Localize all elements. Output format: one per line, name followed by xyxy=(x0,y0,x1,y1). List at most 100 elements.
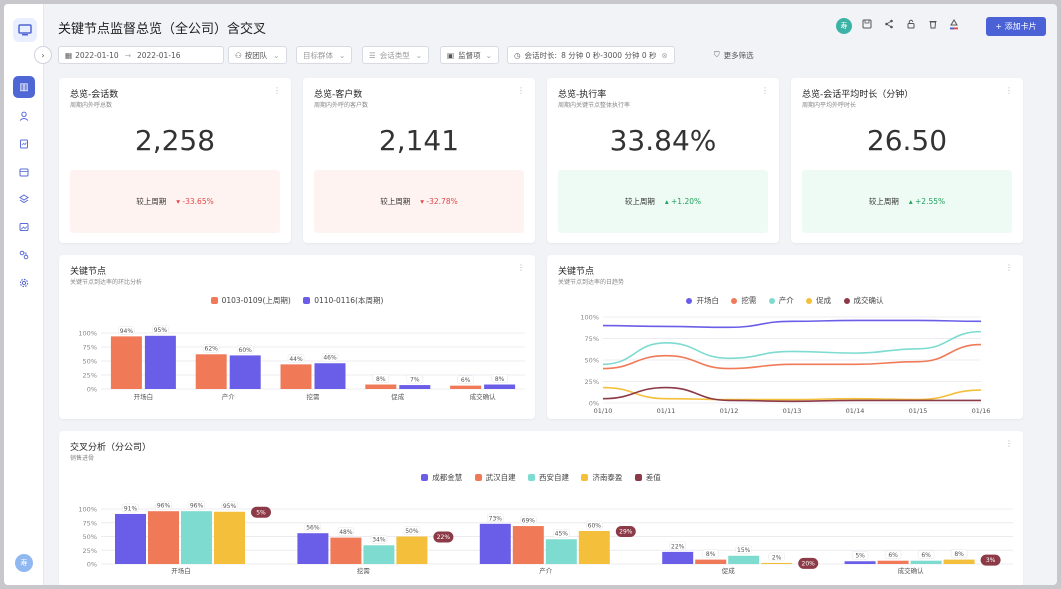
kpi-delta-value: -32.78% xyxy=(426,197,458,206)
data-label: 6% xyxy=(461,377,471,384)
series-line xyxy=(602,319,982,329)
kpi-title: 总览-执行率 xyxy=(558,90,607,100)
data-label: 96% xyxy=(157,503,171,510)
bar xyxy=(115,513,146,564)
flow-icon[interactable] xyxy=(13,244,35,266)
kpi-value: 26.50 xyxy=(866,124,948,157)
list-icon: ☰ xyxy=(369,50,376,60)
kpi-subtitle: 周期内关键节点整体执行率 xyxy=(558,102,631,109)
x-tick-label: 开场白 xyxy=(134,392,154,401)
share-icon[interactable] xyxy=(884,19,894,32)
layers-icon[interactable] xyxy=(13,188,35,210)
kpi-compare-label: 较上周期 xyxy=(136,197,167,206)
x-tick-label: 01/11 xyxy=(657,407,676,415)
data-label: 44% xyxy=(289,356,303,363)
app-window: ▥ 寿 关键节点监督总览（全公司）含交叉 ▼ 寿 + 添加卡片 › ▦ 2022… xyxy=(4,4,1057,585)
x-tick-label: 成交确认 xyxy=(470,392,497,401)
x-tick-label: 促成 xyxy=(722,566,736,575)
diff-label: 3% xyxy=(986,557,996,564)
header: 关键节点监督总览（全公司）含交叉 ▼ 寿 + 添加卡片 xyxy=(44,4,1057,48)
data-label: 34% xyxy=(372,537,386,544)
bar xyxy=(396,536,428,564)
settings-gear-icon[interactable] xyxy=(13,272,35,294)
bar xyxy=(484,384,516,389)
user-icon[interactable] xyxy=(13,105,35,127)
add-card-button[interactable]: + 添加卡片 xyxy=(986,17,1046,36)
filter-target-group-label: 目标群体 xyxy=(303,50,333,60)
filter-by-team[interactable]: ⚇ 按团队 ⌄ xyxy=(228,46,287,64)
sidebar-expand-button[interactable]: › xyxy=(34,46,52,64)
y-tick-label: 50% xyxy=(83,533,97,541)
data-label: 95% xyxy=(223,503,237,510)
x-tick-label: 挖需 xyxy=(357,566,371,575)
x-tick-label: 01/16 xyxy=(972,407,991,415)
report-icon[interactable] xyxy=(13,133,35,155)
card-menu-icon[interactable]: ⋮ xyxy=(273,86,281,95)
theme-paint-icon[interactable] xyxy=(949,19,959,33)
chart-card-key-nodes-compare: 关键节点 关键节点到达率的环比分析 ⋮ 0103-0109(上周期) 0110-… xyxy=(59,255,535,419)
diff-label: 5% xyxy=(256,509,266,516)
kpi-compare-label: 较上周期 xyxy=(380,197,411,206)
dashboard-icon[interactable]: ▥ xyxy=(13,76,35,98)
data-label: 8% xyxy=(954,551,964,558)
data-label: 15% xyxy=(737,547,751,554)
image-icon[interactable] xyxy=(13,216,35,238)
title-dropdown-caret-icon[interactable]: ▼ xyxy=(254,21,260,30)
filter-bar: › ▦ 2022-01-10 → 2022-01-16 ⚇ 按团队 ⌄ 目标群体… xyxy=(34,44,1057,64)
clock-icon: ◷ xyxy=(514,50,521,60)
card-menu-icon[interactable]: ⋮ xyxy=(517,86,525,95)
kpi-subtitle: 周期内外呼的客户数 xyxy=(314,102,369,109)
kpi-compare-box: 较上周期 ▾ -33.65% xyxy=(70,170,280,233)
data-label: 56% xyxy=(306,525,320,532)
data-label: 94% xyxy=(120,328,134,335)
filter-session-type-label: 会话类型 xyxy=(379,50,410,60)
kpi-card-avg-duration: 总览-会话平均时长（分钟） 周期内平均外呼时长 ⋮ 26.50 较上周期 ▴ +… xyxy=(791,78,1023,243)
lock-icon[interactable] xyxy=(906,19,916,32)
date-range-picker[interactable]: ▦ 2022-01-10 → 2022-01-16 xyxy=(58,46,224,64)
bar xyxy=(479,523,511,564)
more-filters-button[interactable]: ⛉ 更多筛选 xyxy=(708,46,760,64)
data-label: 62% xyxy=(205,346,219,353)
page-title: 关键节点监督总览（全公司）含交叉 xyxy=(58,22,267,37)
y-tick-label: 0% xyxy=(87,561,97,569)
x-tick-label: 01/13 xyxy=(783,407,802,415)
diff-label: 20% xyxy=(802,560,816,567)
filter-duration-label: 会话时长: xyxy=(524,50,558,60)
sidebar-user-avatar[interactable]: 寿 xyxy=(15,554,33,572)
bar xyxy=(450,385,482,389)
trend-down-icon: ▾ xyxy=(420,197,425,206)
filter-target-group[interactable]: 目标群体 ⌄ xyxy=(296,46,353,64)
app-logo-icon[interactable] xyxy=(13,18,37,42)
x-tick-label: 促成 xyxy=(391,392,405,401)
clear-icon[interactable]: ⊗ xyxy=(662,51,668,60)
card-menu-icon[interactable]: ⋮ xyxy=(761,86,769,95)
save-icon[interactable] xyxy=(862,19,872,32)
data-label: 46% xyxy=(323,355,337,362)
data-label: 8% xyxy=(706,551,716,558)
bar xyxy=(761,562,793,564)
kpi-title: 总览-客户数 xyxy=(314,90,363,100)
delete-trash-icon[interactable] xyxy=(928,19,938,32)
y-tick-label: 0% xyxy=(87,386,97,394)
calendar-icon[interactable] xyxy=(13,161,35,183)
data-label: 95% xyxy=(154,327,168,334)
bar xyxy=(943,559,975,564)
kpi-compare-box: 较上周期 ▴ +2.55% xyxy=(802,170,1012,233)
team-icon: ⚇ xyxy=(235,50,242,60)
data-label: 8% xyxy=(495,376,505,383)
chevron-down-icon: ⌄ xyxy=(415,50,423,60)
series-line xyxy=(602,386,982,401)
bar xyxy=(314,363,346,389)
card-menu-icon[interactable]: ⋮ xyxy=(1005,86,1013,95)
bar xyxy=(728,555,760,564)
bar xyxy=(181,511,212,564)
data-label: 6% xyxy=(888,552,898,559)
filter-session-duration[interactable]: ◷ 会话时长: 8 分钟 0 秒-3000 分钟 0 秒 ⊗ xyxy=(507,46,675,64)
header-user-avatar[interactable]: 寿 xyxy=(836,18,852,34)
kpi-value: 2,141 xyxy=(378,124,460,157)
bar-chart-key-nodes: 0% 25% 50% 75% 100% 94% 95% 开场白 62% 60% 产介 44% 46% 挖需… xyxy=(78,325,525,401)
bar xyxy=(144,335,176,389)
filter-session-type[interactable]: ☰ 会话类型 ⌄ xyxy=(362,46,430,64)
filter-supervisor[interactable]: ▣ 监督项 ⌄ xyxy=(440,46,499,64)
bar xyxy=(695,559,727,564)
